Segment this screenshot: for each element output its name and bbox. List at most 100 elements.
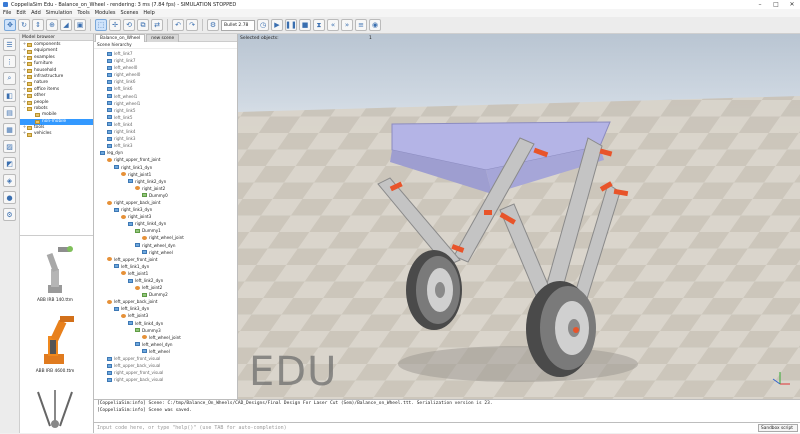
scene-object-row[interactable]: right_link6: [94, 78, 237, 85]
object-rotate-icon[interactable]: ⟲: [123, 19, 135, 31]
tab-balance-on-wheel[interactable]: Balance_on_Wheel: [95, 34, 146, 42]
model-thumbnail[interactable]: ABB IRB 4600.ttm: [30, 310, 80, 374]
scene-object-row[interactable]: left_joint3: [94, 312, 237, 319]
minimize-button[interactable]: –: [752, 0, 768, 9]
scene-object-row[interactable]: left_link1_dyn: [94, 263, 237, 270]
scene-object-row[interactable]: left_link3_dyn: [94, 305, 237, 312]
scene-object-row[interactable]: right_upper_back_visual: [94, 376, 237, 383]
calculation-modules-icon[interactable]: ▤: [3, 106, 16, 119]
menu-simulation[interactable]: Simulation: [46, 10, 73, 16]
scene-object-row[interactable]: Dummy2: [94, 291, 237, 298]
video-recorder-icon[interactable]: ●: [3, 191, 16, 204]
search-icon[interactable]: ⌕: [3, 72, 16, 85]
scene-object-row[interactable]: right_link4_dyn: [94, 220, 237, 227]
maximize-button[interactable]: □: [768, 0, 784, 9]
tab-new-scene[interactable]: new scene: [146, 34, 180, 42]
toggle-visualization-icon[interactable]: ◉: [369, 19, 381, 31]
model-thumbnail[interactable]: [30, 386, 80, 434]
scene-object-row[interactable]: left_link7: [94, 50, 237, 57]
scene-object-row[interactable]: left_link5: [94, 114, 237, 121]
command-line[interactable]: Input code here, or type "help()" (use T…: [94, 422, 800, 433]
close-button[interactable]: ✕: [784, 0, 800, 9]
scene-object-row[interactable]: right_link2_dyn: [94, 178, 237, 185]
object-select-icon[interactable]: ⬚: [95, 19, 107, 31]
scene-object-row[interactable]: right_wheel1: [94, 100, 237, 107]
engine-icon[interactable]: ⚙: [207, 19, 219, 31]
menu-tools[interactable]: Tools: [77, 10, 89, 16]
transfer-dna-icon[interactable]: ⇄: [151, 19, 163, 31]
threaded-rendering-icon[interactable]: ≡: [355, 19, 367, 31]
scene-object-row[interactable]: left_wheel_dyn: [94, 341, 237, 348]
3d-viewport[interactable]: Selected objects: 1 EDU: [238, 34, 800, 399]
scene-object-row[interactable]: right_link3_dyn: [94, 206, 237, 213]
scene-object-row[interactable]: Dummy0: [94, 192, 237, 199]
scene-object-row[interactable]: right_upper_front_visual: [94, 369, 237, 376]
scene-object-row[interactable]: left_wheel: [94, 348, 237, 355]
menu-edit[interactable]: Edit: [16, 10, 26, 16]
camera-rotate-icon[interactable]: ↻: [18, 19, 30, 31]
scene-object-row[interactable]: left_wheel0: [94, 64, 237, 71]
scene-object-row[interactable]: left_upper_front_joint: [94, 256, 237, 263]
command-input[interactable]: Input code here, or type "help()" (use T…: [97, 425, 287, 431]
scene-object-row[interactable]: left_link3: [94, 142, 237, 149]
scene-object-row[interactable]: right_wheel: [94, 249, 237, 256]
menu-modules[interactable]: Modules: [95, 10, 116, 16]
slow-down-icon[interactable]: «: [327, 19, 339, 31]
menu-scenes[interactable]: Scenes: [121, 10, 139, 16]
menu-add[interactable]: Add: [31, 10, 41, 16]
scene-object-row[interactable]: left_upper_back_joint: [94, 298, 237, 305]
fit-to-view-icon[interactable]: ▣: [74, 19, 86, 31]
collections-icon[interactable]: ▦: [3, 123, 16, 136]
scene-object-row[interactable]: right_link1_dyn: [94, 164, 237, 171]
object-properties-icon[interactable]: ◧: [3, 89, 16, 102]
dt-icon[interactable]: ◷: [257, 19, 269, 31]
scene-object-row[interactable]: right_wheel_dyn: [94, 242, 237, 249]
camera-angle-icon[interactable]: ◢: [60, 19, 72, 31]
stop-simulation-icon[interactable]: ■: [299, 19, 311, 31]
scene-object-row[interactable]: right_link7: [94, 57, 237, 64]
scene-object-row[interactable]: Dummy3: [94, 327, 237, 334]
object-move-icon[interactable]: ✢: [109, 19, 121, 31]
camera-shift-icon[interactable]: ⇕: [32, 19, 44, 31]
script-language-select[interactable]: Sandbox script: [758, 424, 798, 432]
undo-icon[interactable]: ↶: [172, 19, 184, 31]
scene-object-row[interactable]: leg_dyn: [94, 149, 237, 156]
start-simulation-icon[interactable]: ▶: [271, 19, 283, 31]
scene-object-row[interactable]: left_upper_back_visual: [94, 362, 237, 369]
scene-object-row[interactable]: left_link6: [94, 85, 237, 92]
scene-object-row[interactable]: left_joint1: [94, 270, 237, 277]
scene-object-row[interactable]: left_wheel_joint: [94, 334, 237, 341]
scene-object-row[interactable]: left_joint2: [94, 284, 237, 291]
layers-icon[interactable]: ◈: [3, 174, 16, 187]
scene-object-row[interactable]: left_link4_dyn: [94, 320, 237, 327]
scene-hierarchy-toggle-icon[interactable]: ⋮: [3, 55, 16, 68]
menu-help[interactable]: Help: [143, 10, 154, 16]
menu-file[interactable]: File: [3, 10, 11, 16]
scene-object-row[interactable]: left_link2_dyn: [94, 277, 237, 284]
scene-object-row[interactable]: right_upper_front_joint: [94, 156, 237, 163]
camera-pan-icon[interactable]: ✥: [4, 19, 16, 31]
real-time-icon[interactable]: ⧗: [313, 19, 325, 31]
redo-icon[interactable]: ↷: [186, 19, 198, 31]
model-thumbnail[interactable]: ABB IRB 140.ttm: [30, 239, 80, 303]
scene-object-row[interactable]: right_link3: [94, 135, 237, 142]
scene-object-row[interactable]: left_link4: [94, 121, 237, 128]
scene-object-row[interactable]: right_joint2: [94, 185, 237, 192]
physics-engine-select[interactable]: Bullet 2.78: [221, 19, 255, 31]
assembly-icon[interactable]: ⧉: [137, 19, 149, 31]
scene-object-row[interactable]: left_wheel1: [94, 93, 237, 100]
scene-object-row[interactable]: right_wheel_joint: [94, 234, 237, 241]
scene-object-row[interactable]: right_wheel0: [94, 71, 237, 78]
scene-object-row[interactable]: Dummy1: [94, 227, 237, 234]
speed-up-icon[interactable]: »: [341, 19, 353, 31]
user-settings-icon[interactable]: ⚙: [3, 208, 16, 221]
shape-edit-icon[interactable]: ◩: [3, 157, 16, 170]
scene-object-row[interactable]: right_joint1: [94, 171, 237, 178]
model-browser-item[interactable]: + vehicles: [20, 131, 93, 137]
pause-simulation-icon[interactable]: ❚❚: [285, 19, 297, 31]
camera-zoom-icon[interactable]: ⊕: [46, 19, 58, 31]
scene-object-row[interactable]: left_upper_front_visual: [94, 355, 237, 362]
scripts-icon[interactable]: ▨: [3, 140, 16, 153]
scene-object-row[interactable]: right_joint3: [94, 213, 237, 220]
scene-object-row[interactable]: right_upper_back_joint: [94, 199, 237, 206]
